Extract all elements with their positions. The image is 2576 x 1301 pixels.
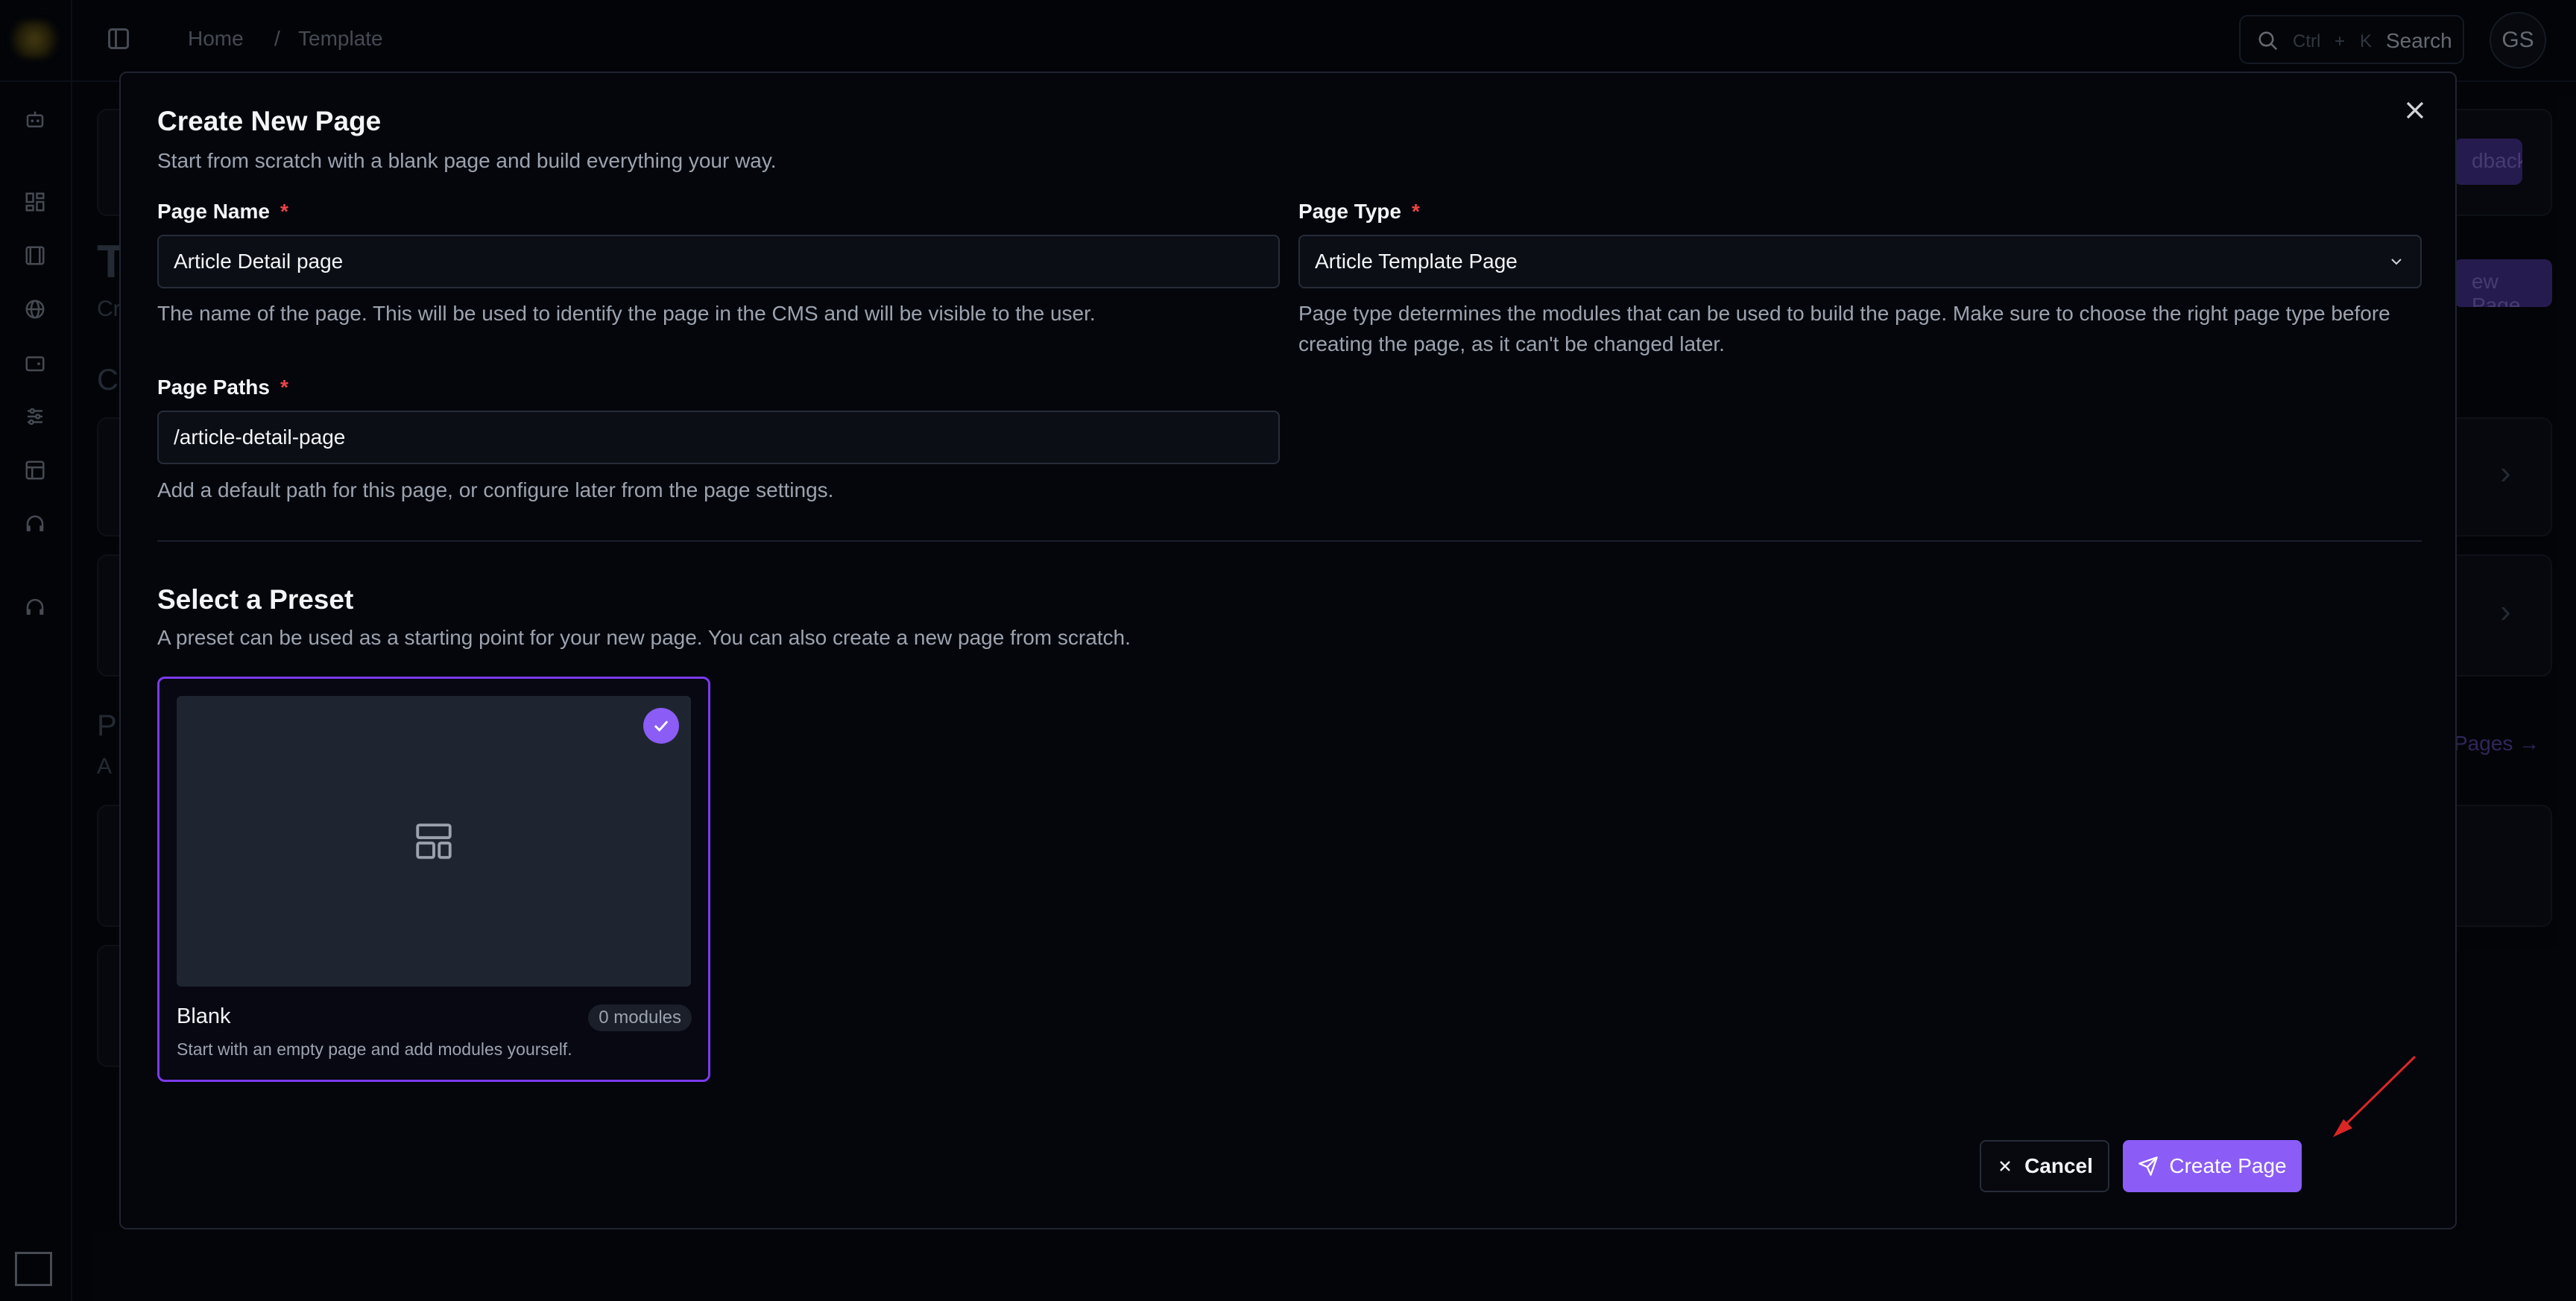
close-icon[interactable] (2400, 95, 2430, 125)
preset-thumbnail (177, 696, 691, 987)
page-paths-input[interactable]: /article-detail-page (157, 411, 1280, 464)
page-name-label-text: Page Name (157, 200, 270, 223)
page-name-input[interactable]: Article Detail page (157, 235, 1280, 288)
page-paths-value: /article-detail-page (174, 425, 346, 449)
cancel-button[interactable]: Cancel (1980, 1140, 2109, 1192)
close-icon (2000, 1161, 2010, 1171)
required-mark: * (280, 376, 288, 399)
preset-section-title: Select a Preset (157, 584, 354, 615)
preset-name: Blank (177, 1004, 231, 1028)
preset-card-blank[interactable]: Blank 0 modules Start with an empty page… (157, 677, 710, 1082)
annotation-arrow (2333, 1055, 2416, 1137)
page-type-label-text: Page Type (1298, 200, 1401, 223)
dialog-title: Create New Page (157, 106, 382, 136)
page-name-label: Page Name * (157, 200, 288, 224)
section-divider (157, 540, 2422, 542)
page-paths-label: Page Paths * (157, 376, 288, 399)
page-name-value: Article Detail page (174, 250, 344, 273)
cancel-label: Cancel (2024, 1154, 2093, 1177)
page-type-label: Page Type * (1298, 200, 1420, 224)
create-page-button[interactable]: Create Page (2123, 1140, 2302, 1192)
preset-description: Start with an empty page and add modules… (177, 1039, 572, 1059)
page-paths-help: Add a default path for this page, or con… (157, 478, 834, 501)
module-count-badge: 0 modules (588, 1004, 692, 1031)
create-page-label: Create Page (2169, 1154, 2287, 1177)
page-type-value: Article Template Page (1315, 250, 1518, 273)
create-page-dialog: Create New Page Start from scratch with … (119, 72, 2457, 1229)
layout-template-icon (416, 823, 452, 859)
send-icon (2138, 1156, 2159, 1176)
page-name-help: The name of the page. This will be used … (157, 302, 1096, 325)
selected-check-icon (643, 708, 679, 744)
page-paths-label-text: Page Paths (157, 376, 270, 399)
required-mark: * (1411, 200, 1420, 223)
page-type-help: Page type determines the modules that ca… (1298, 302, 2390, 355)
chevron-down-icon (2391, 259, 2402, 265)
preset-section-subtitle: A preset can be used as a starting point… (157, 626, 1131, 649)
required-mark: * (280, 200, 288, 223)
dialog-subtitle: Start from scratch with a blank page and… (157, 149, 777, 172)
page-type-select[interactable]: Article Template Page (1298, 235, 2422, 288)
